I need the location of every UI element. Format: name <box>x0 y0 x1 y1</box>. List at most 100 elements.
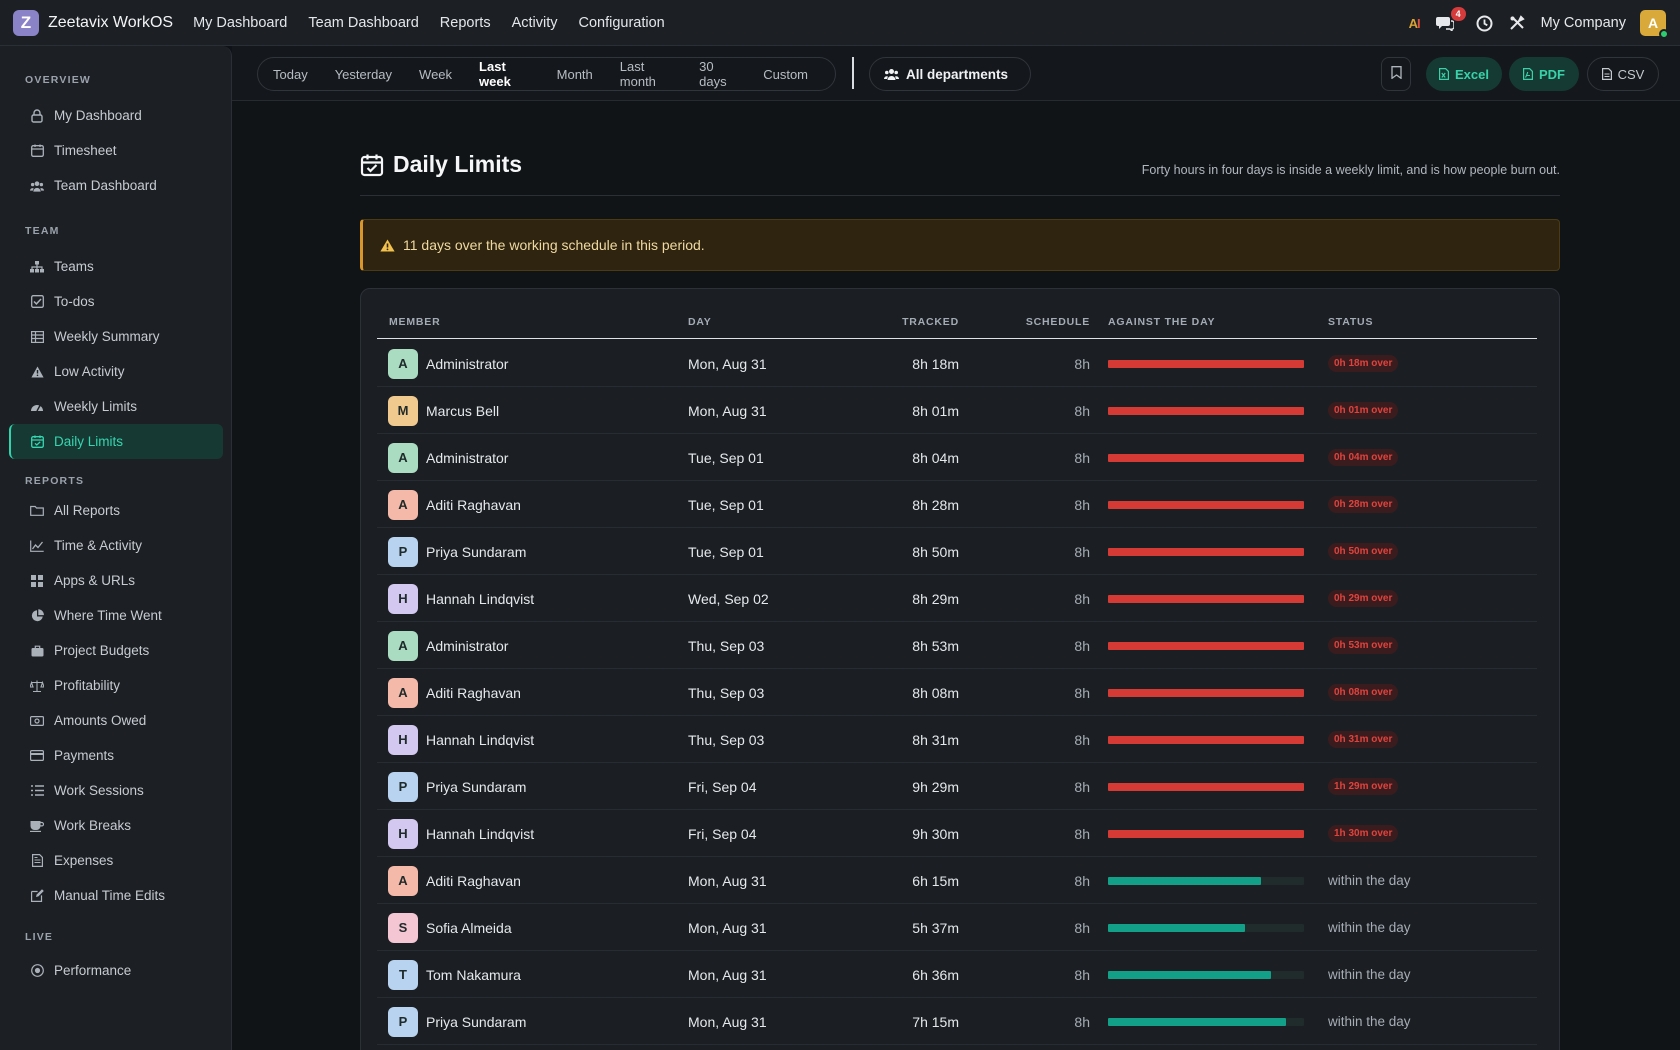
member-name: Marcus Bell <box>426 402 500 419</box>
sidebar-item-manual-time-edits[interactable]: Manual Time Edits <box>9 878 223 913</box>
column-header-against-the-day[interactable]: AGAINST THE DAY <box>1108 316 1215 328</box>
table-row[interactable]: S Sofia Almeida Mon, Aug 31 5h 37m 8h wi… <box>377 904 1537 951</box>
sidebar-item-todos[interactable]: To-dos <box>9 284 223 319</box>
column-header-member[interactable]: MEMBER <box>389 316 440 328</box>
sidebar-item-where-time-went[interactable]: Where Time Went <box>9 598 223 633</box>
sidebar-item-apps-urls[interactable]: Apps & URLs <box>9 563 223 598</box>
clock-icon[interactable] <box>1476 15 1493 32</box>
table-row[interactable]: A Administrator Tue, Sep 01 8h 04m 8h 0h… <box>377 434 1537 481</box>
table-row[interactable]: P Priya Sundaram Mon, Aug 31 7h 15m 8h w… <box>377 998 1537 1045</box>
table-row[interactable]: H Hannah Lindqvist Fri, Sep 04 9h 30m 8h… <box>377 810 1537 857</box>
export-excel-button[interactable]: Excel <box>1426 57 1502 91</box>
sidebar-item-team-dashboard[interactable]: Team Dashboard <box>9 168 223 203</box>
top-right-tools: AI 4 My Company A <box>1409 0 1669 46</box>
range-custom[interactable]: Custom <box>763 67 808 82</box>
member-cell[interactable]: A Aditi Raghavan <box>388 857 668 904</box>
day-progress-bar <box>1108 641 1304 650</box>
sidebar-item-expenses[interactable]: Expenses <box>9 843 223 878</box>
table-row[interactable]: A Aditi Raghavan Thu, Sep 03 8h 08m 8h 0… <box>377 669 1537 716</box>
sidebar-item-payments[interactable]: Payments <box>9 738 223 773</box>
messages-icon[interactable]: 4 <box>1435 7 1466 31</box>
brand-name[interactable]: Zeetavix WorkOS <box>48 14 173 32</box>
tracked-cell: 8h 04m <box>912 449 959 466</box>
table-row[interactable]: A Administrator Mon, Aug 31 8h 18m 8h 0h… <box>377 340 1537 387</box>
top-nav-activity[interactable]: Activity <box>512 15 558 31</box>
member-cell[interactable]: H Hannah Lindqvist <box>388 575 668 622</box>
schedule-cell: 8h <box>1074 637 1090 654</box>
user-avatar[interactable]: A <box>1640 10 1669 39</box>
member-cell[interactable]: T Tom Nakamura <box>388 951 668 998</box>
table-row[interactable]: A Aditi Raghavan Tue, Sep 01 8h 28m 8h 0… <box>377 481 1537 528</box>
top-nav-my-dashboard[interactable]: My Dashboard <box>193 15 287 31</box>
member-cell[interactable]: A Aditi Raghavan <box>388 481 668 528</box>
bookmark-button[interactable] <box>1381 57 1411 91</box>
sidebar-item-weekly-summary[interactable]: Weekly Summary <box>9 319 223 354</box>
range-last-month[interactable]: Last month <box>620 59 672 89</box>
table-row[interactable]: M Marcus Bell Mon, Aug 31 8h 01m 8h 0h 0… <box>377 387 1537 434</box>
status-cell: within the day <box>1328 951 1528 998</box>
day-progress-bar <box>1108 500 1304 509</box>
table-row[interactable]: H Hannah Lindqvist Wed, Sep 02 8h 29m 8h… <box>377 575 1537 622</box>
day-progress-fill <box>1108 406 1304 415</box>
table-row[interactable]: A Aditi Raghavan Mon, Aug 31 6h 15m 8h w… <box>377 857 1537 904</box>
column-header-schedule[interactable]: SCHEDULE <box>1010 316 1090 328</box>
tracked-cell: 6h 36m <box>912 966 959 983</box>
range-week[interactable]: Week <box>419 67 452 82</box>
member-cell[interactable]: M Marcus Bell <box>388 387 668 434</box>
column-header-day[interactable]: DAY <box>688 316 712 328</box>
table-row[interactable]: A Administrator Thu, Sep 03 8h 53m 8h 0h… <box>377 622 1537 669</box>
member-cell[interactable]: A Administrator <box>388 340 668 387</box>
table-row[interactable]: T Tom Nakamura Mon, Aug 31 6h 36m 8h wit… <box>377 951 1537 998</box>
sidebar-item-weekly-limits[interactable]: Weekly Limits <box>9 389 223 424</box>
export-pdf-button[interactable]: PDF <box>1509 57 1579 91</box>
company-switcher[interactable]: My Company <box>1541 15 1626 31</box>
range-month[interactable]: Month <box>557 67 593 82</box>
member-cell[interactable]: H Hannah Lindqvist <box>388 810 668 857</box>
sidebar-item-teams[interactable]: Teams <box>9 249 223 284</box>
member-cell[interactable]: P Priya Sundaram <box>388 528 668 575</box>
table-row[interactable]: H Hannah Lindqvist Thu, Sep 03 8h 31m 8h… <box>377 716 1537 763</box>
sidebar-item-daily-limits[interactable]: Daily Limits <box>9 424 223 459</box>
member-cell[interactable]: H Hannah Lindqvist <box>388 716 668 763</box>
sidebar-item-amounts-owed[interactable]: Amounts Owed <box>9 703 223 738</box>
range-30-days[interactable]: 30 days <box>699 59 736 89</box>
sidebar-item-low-activity[interactable]: Low Activity <box>9 354 223 389</box>
sidebar-section-team: TEAM <box>25 225 60 237</box>
top-nav-reports[interactable]: Reports <box>440 15 491 31</box>
sidebar-item-profitability[interactable]: Profitability <box>9 668 223 703</box>
sidebar-item-performance[interactable]: Performance <box>9 953 223 988</box>
member-cell[interactable]: A Aditi Raghavan <box>388 669 668 716</box>
day-progress-bar <box>1108 782 1304 791</box>
sidebar-item-project-budgets[interactable]: Project Budgets <box>9 633 223 668</box>
ai-assistant-icon[interactable]: AI <box>1409 16 1421 31</box>
column-header-status[interactable]: STATUS <box>1328 316 1373 328</box>
table-row[interactable]: P Priya Sundaram Fri, Sep 04 9h 29m 8h 1… <box>377 763 1537 810</box>
member-cell[interactable]: A Administrator <box>388 434 668 481</box>
status-cell: 0h 08m over <box>1328 669 1528 716</box>
range-today[interactable]: Today <box>273 67 308 82</box>
export-csv-button[interactable]: CSV <box>1587 57 1659 91</box>
sidebar-item-timesheet[interactable]: Timesheet <box>9 133 223 168</box>
table-row[interactable]: P Priya Sundaram Tue, Sep 01 8h 50m 8h 0… <box>377 528 1537 575</box>
member-cell[interactable]: S Sofia Almeida <box>388 904 668 951</box>
range-yesterday[interactable]: Yesterday <box>335 67 392 82</box>
sidebar-item-work-breaks[interactable]: Work Breaks <box>9 808 223 843</box>
top-nav-team-dashboard[interactable]: Team Dashboard <box>308 15 418 31</box>
member-name: Sofia Almeida <box>426 919 512 936</box>
tools-icon[interactable] <box>1509 15 1525 31</box>
app-logo[interactable]: Z <box>13 9 39 36</box>
sidebar-item-time-activity[interactable]: Time & Activity <box>9 528 223 563</box>
member-cell[interactable]: P Priya Sundaram <box>388 763 668 810</box>
member-cell[interactable]: P Priya Sundaram <box>388 998 668 1045</box>
sidebar-item-work-sessions[interactable]: Work Sessions <box>9 773 223 808</box>
export-pdf-label: PDF <box>1539 66 1565 82</box>
member-cell[interactable]: A Administrator <box>388 622 668 669</box>
member-name: Aditi Raghavan <box>426 872 521 889</box>
top-nav-configuration[interactable]: Configuration <box>579 15 665 31</box>
department-select[interactable]: All departments <box>869 57 1031 91</box>
tracked-cell: 9h 30m <box>912 825 959 842</box>
column-header-tracked[interactable]: TRACKED <box>889 316 959 328</box>
sidebar-item-all-reports[interactable]: All Reports <box>9 493 223 528</box>
range-last-week[interactable]: Last week <box>479 59 530 89</box>
sidebar-item-my-dashboard[interactable]: My Dashboard <box>9 98 223 133</box>
